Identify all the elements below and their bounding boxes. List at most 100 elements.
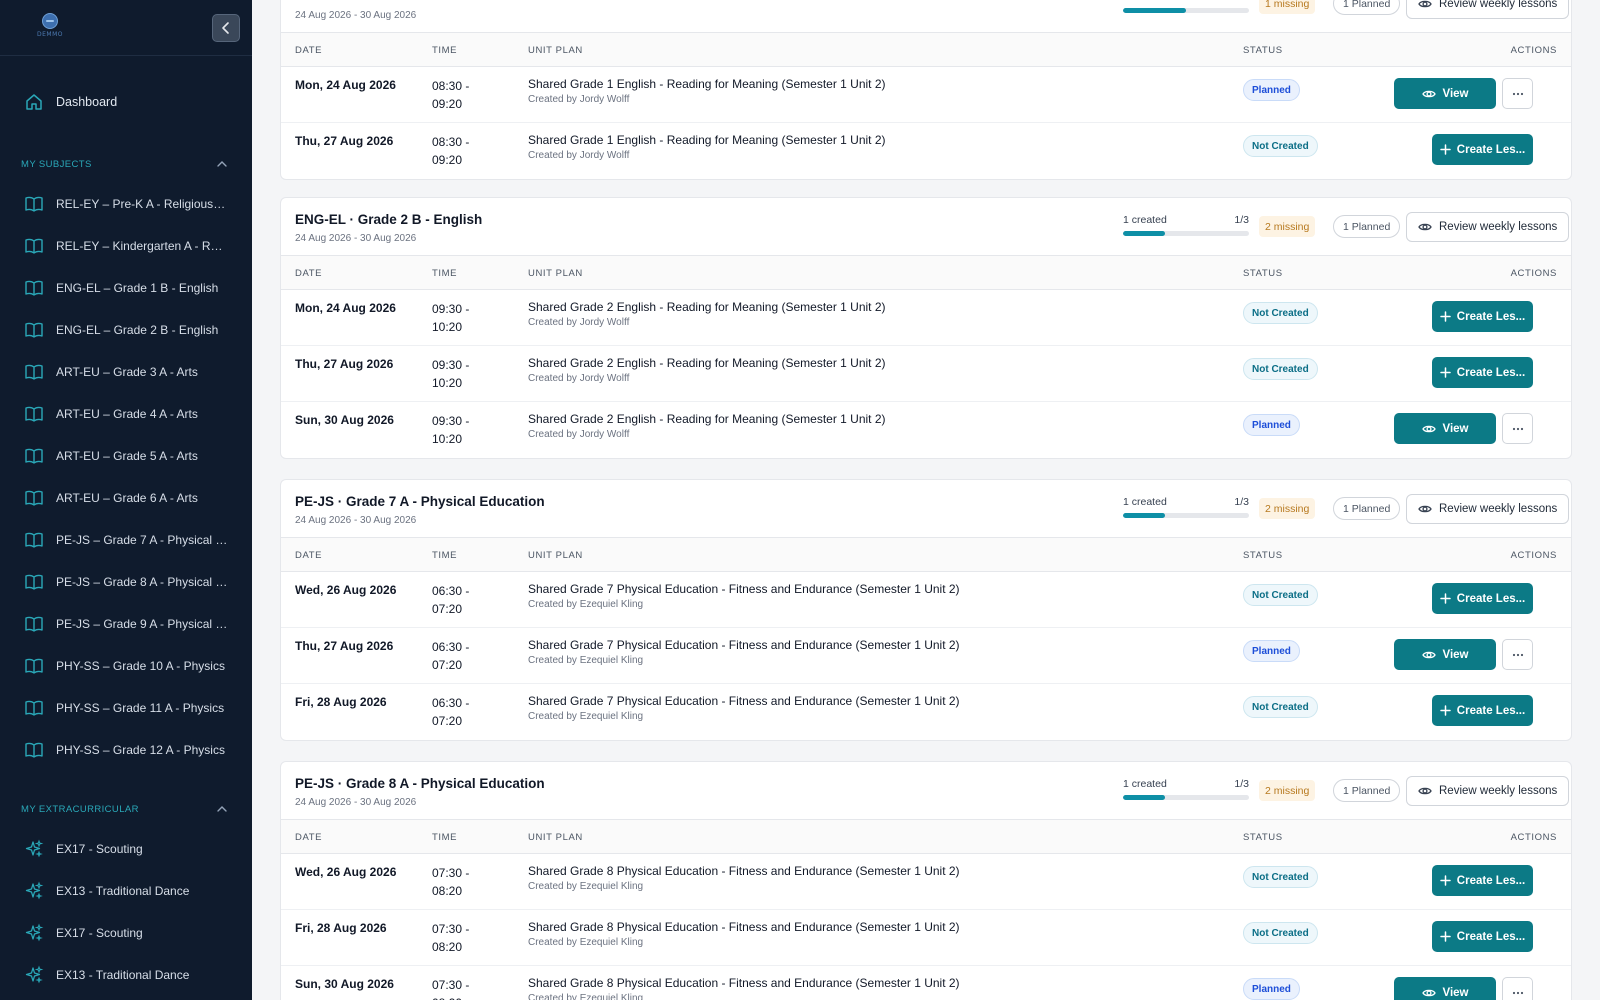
view-lesson-button[interactable]: View xyxy=(1394,78,1496,109)
sidebar-item-extracurricular[interactable]: EX13 - Traditional Dance xyxy=(0,876,252,906)
review-weekly-lessons-button[interactable]: Review weekly lessons xyxy=(1406,776,1570,806)
lesson-progress: 1 created 1/3 xyxy=(1123,778,1249,800)
section-my-subjects[interactable]: MY SUBJECTS xyxy=(0,154,252,174)
book-open-icon xyxy=(25,532,43,548)
sidebar-item-subject[interactable]: ART-EU – Grade 5 A - Arts xyxy=(0,441,252,471)
sidebar-item-label: REL-EY – Kindergarten A - Reli... xyxy=(56,239,228,253)
button-label: Create Les... xyxy=(1456,874,1526,887)
sidebar-item-dashboard[interactable]: Dashboard xyxy=(0,86,252,118)
review-weekly-lessons-button[interactable]: Review weekly lessons xyxy=(1406,0,1570,19)
more-actions-button[interactable] xyxy=(1502,78,1533,109)
unit-plan-title: Shared Grade 1 English - Reading for Mea… xyxy=(528,133,886,147)
globe-icon xyxy=(42,13,58,29)
button-label: Review weekly lessons xyxy=(1439,221,1558,233)
card-header: ENG-EL · Grade 2 B - English 24 Aug 2026 … xyxy=(281,198,1571,256)
view-lesson-button[interactable]: View xyxy=(1394,639,1496,670)
book-open-icon xyxy=(25,196,43,212)
create-lesson-button[interactable]: Create Les... xyxy=(1432,583,1533,614)
sidebar-item-subject[interactable]: ART-EU – Grade 6 A - Arts xyxy=(0,483,252,513)
created-count: 1 created xyxy=(1123,778,1167,790)
missing-badge: 2 missing xyxy=(1259,498,1316,519)
table-row: Thu, 27 Aug 2026 08:30 - 09:20 Shared Grad… xyxy=(281,123,1571,179)
view-lesson-button[interactable]: View xyxy=(1394,977,1496,1000)
plus-icon xyxy=(1440,705,1451,716)
main-content: 24 Aug 2026 - 30 Aug 2026 1 created 1/2 1 m… xyxy=(252,0,1600,1000)
more-actions-button[interactable] xyxy=(1502,639,1533,670)
sidebar-item-extracurricular[interactable]: EX17 - Scouting xyxy=(0,918,252,948)
sidebar-item-subject[interactable]: PHY-SS – Grade 10 A - Physics xyxy=(0,651,252,681)
create-lesson-button[interactable]: Create Les... xyxy=(1432,921,1533,952)
unit-plan-cell: Shared Grade 2 English - Reading for Mea… xyxy=(528,412,886,440)
column-header-unit-plan: UNIT PLAN xyxy=(528,832,583,843)
table-header: DATE TIME UNIT PLAN STATUS ACTIONS xyxy=(281,256,1571,290)
card-title: ENG-EL · Grade 2 B - English xyxy=(295,212,483,227)
created-ratio: 1/3 xyxy=(1234,214,1249,226)
sparkles-icon xyxy=(25,965,44,984)
sidebar-item-label: EX17 - Scouting xyxy=(56,842,143,856)
plus-icon xyxy=(1440,367,1451,378)
lesson-date: Wed, 26 Aug 2026 xyxy=(295,865,397,879)
sidebar-item-label: Dashboard xyxy=(56,95,118,109)
sidebar-item-subject[interactable]: ENG-EL – Grade 1 B - English xyxy=(0,273,252,303)
column-header-unit-plan: UNIT PLAN xyxy=(528,550,583,561)
sidebar-item-label: ART-EU – Grade 5 A - Arts xyxy=(56,449,198,463)
progress-bar xyxy=(1123,795,1249,800)
planned-badge: 1 Planned xyxy=(1333,0,1401,15)
review-weekly-lessons-button[interactable]: Review weekly lessons xyxy=(1406,212,1570,242)
sidebar-item-subject[interactable]: PHY-SS – Grade 12 A - Physics xyxy=(0,735,252,765)
create-lesson-button[interactable]: Create Les... xyxy=(1432,865,1533,896)
sidebar-item-subject[interactable]: REL-EY – Pre-K A - Religious a... xyxy=(0,189,252,219)
sidebar-item-subject[interactable]: PHY-SS – Grade 11 A - Physics xyxy=(0,693,252,723)
sidebar-item-label: PHY-SS – Grade 12 A - Physics xyxy=(56,743,225,757)
table-row: Wed, 26 Aug 2026 07:30 - 08:20 Shared Grad… xyxy=(281,854,1571,910)
sidebar-item-label: REL-EY – Pre-K A - Religious a... xyxy=(56,197,228,211)
lesson-date: Mon, 24 Aug 2026 xyxy=(295,78,396,92)
collapse-sidebar-button[interactable] xyxy=(212,14,240,42)
button-label: View xyxy=(1442,648,1469,661)
subject-week-card: PE-JS · Grade 7 A - Physical Education 24… xyxy=(280,479,1572,741)
book-open-icon xyxy=(25,616,43,632)
review-weekly-lessons-button[interactable]: Review weekly lessons xyxy=(1406,494,1570,524)
unit-plan-author: Created by Ezequiel Kling xyxy=(528,937,644,948)
unit-plan-cell: Shared Grade 7 Physical Education - Fitn… xyxy=(528,638,960,666)
status-badge: Planned xyxy=(1243,414,1300,436)
eye-icon xyxy=(1418,787,1432,795)
lesson-time: 07:30 - 08:20 xyxy=(432,922,470,954)
sidebar-item-subject[interactable]: PE-JS – Grade 8 A - Physical E... xyxy=(0,567,252,597)
sidebar-item-subject[interactable]: PE-JS – Grade 7 A - Physical E... xyxy=(0,525,252,555)
column-header-actions: ACTIONS xyxy=(1510,268,1557,279)
app-logo[interactable]: DEMMO xyxy=(33,12,67,40)
sidebar-item-extracurricular[interactable]: EX17 - Scouting xyxy=(0,834,252,864)
create-lesson-button[interactable]: Create Les... xyxy=(1432,695,1533,726)
create-lesson-button[interactable]: Create Les... xyxy=(1432,357,1533,388)
sidebar-item-label: ENG-EL – Grade 1 B - English xyxy=(56,281,219,295)
unit-plan-title: Shared Grade 7 Physical Education - Fitn… xyxy=(528,694,960,708)
sidebar-item-label: ART-EU – Grade 6 A - Arts xyxy=(56,491,198,505)
view-lesson-button[interactable]: View xyxy=(1394,413,1496,444)
sidebar-item-subject[interactable]: ART-EU – Grade 4 A - Arts xyxy=(0,399,252,429)
lesson-time: 06:30 - 07:20 xyxy=(432,640,470,672)
sidebar-item-label: EX17 - Scouting xyxy=(56,926,143,940)
status-badge: Not Created xyxy=(1243,922,1318,944)
status-badge: Planned xyxy=(1243,79,1300,101)
table-row: Fri, 28 Aug 2026 06:30 - 07:20 Shared Grad… xyxy=(281,684,1571,740)
sidebar-item-subject[interactable]: ART-EU – Grade 3 A - Arts xyxy=(0,357,252,387)
create-lesson-button[interactable]: Create Les... xyxy=(1432,301,1533,332)
book-open-icon xyxy=(25,238,43,254)
sidebar-item-subject[interactable]: REL-EY – Kindergarten A - Reli... xyxy=(0,231,252,261)
missing-badge: 1 missing xyxy=(1259,0,1316,14)
unit-plan-author: Created by Jordy Wolff xyxy=(528,94,630,105)
missing-badge: 2 missing xyxy=(1259,780,1316,801)
section-my-extracurricular[interactable]: MY EXTRACURRICULAR xyxy=(0,799,252,819)
lesson-time: 07:30 - 08:20 xyxy=(432,978,470,1000)
more-actions-button[interactable] xyxy=(1502,977,1533,1000)
sidebar-item-subject[interactable]: ENG-EL – Grade 2 B - English xyxy=(0,315,252,345)
unit-plan-title: Shared Grade 7 Physical Education - Fitn… xyxy=(528,638,960,652)
sidebar-item-extracurricular[interactable]: EX13 - Traditional Dance xyxy=(0,960,252,990)
table-row: Mon, 24 Aug 2026 09:30 - 10:20 Shared Grad… xyxy=(281,290,1571,346)
book-open-icon xyxy=(25,448,43,464)
sidebar-item-label: PE-JS – Grade 7 A - Physical E... xyxy=(56,533,228,547)
sidebar-item-subject[interactable]: PE-JS – Grade 9 A - Physical E... xyxy=(0,609,252,639)
create-lesson-button[interactable]: Create Les... xyxy=(1432,134,1533,165)
more-actions-button[interactable] xyxy=(1502,413,1533,444)
